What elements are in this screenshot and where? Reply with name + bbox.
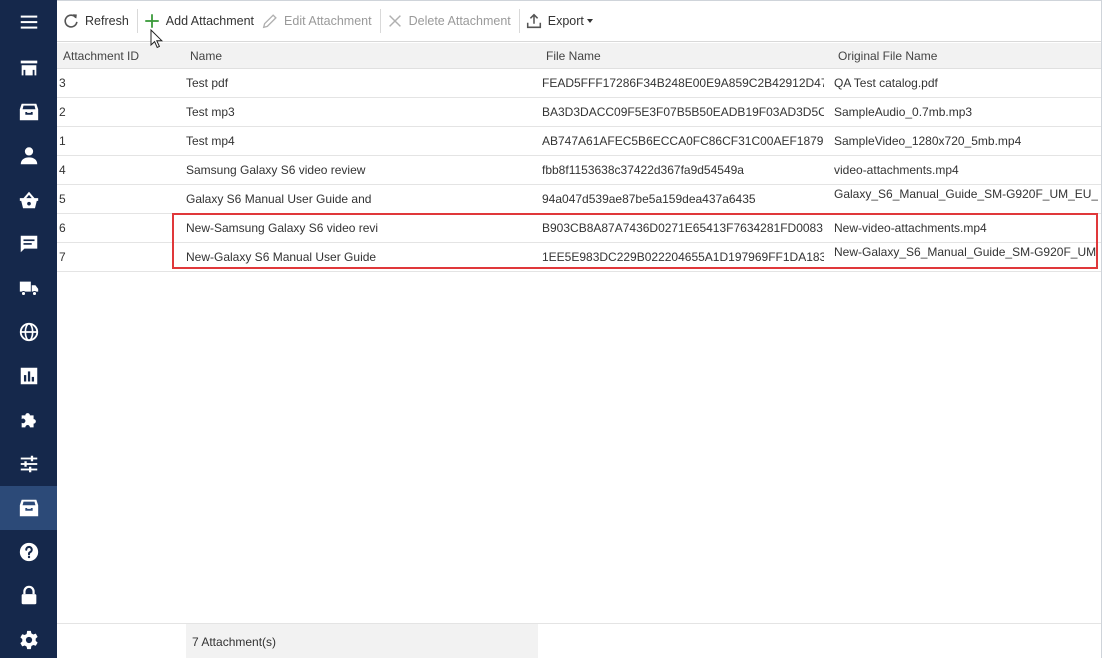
- gear-icon: [19, 630, 38, 650]
- sidebar-item-settings-sliders[interactable]: [0, 442, 57, 486]
- help-icon: [19, 542, 38, 562]
- catalog-box-icon: [19, 103, 38, 121]
- edit-attachment-button[interactable]: Edit Attachment: [259, 6, 377, 36]
- sidebar-item-reports[interactable]: [0, 354, 57, 398]
- menu-icon: [20, 15, 37, 29]
- user-icon: [20, 147, 37, 165]
- close-icon: [388, 15, 401, 27]
- sidebar-item-attachments[interactable]: [0, 486, 57, 530]
- grid-footer: 7 Attachment(s): [57, 623, 1101, 658]
- refresh-icon: [64, 14, 78, 28]
- sidebar-item-orders[interactable]: [0, 178, 57, 222]
- cell-file-name: 1EE5E983DC229B022204655A1D197969FF1DA183: [542, 250, 824, 264]
- cell-name: Test pdf: [186, 76, 229, 90]
- cell-file-name: B903CB8A87A7436D0271E65413F7634281FD0083: [542, 221, 823, 235]
- store-icon: [20, 60, 37, 76]
- sidebar-item-store[interactable]: [0, 46, 57, 90]
- add-attachment-label: Add Attachment: [165, 14, 255, 28]
- sidebar-item-plugins[interactable]: [0, 398, 57, 442]
- cell-name: New-Samsung Galaxy S6 video revi: [186, 221, 379, 235]
- cell-name: Test mp4: [186, 134, 235, 148]
- sidebar-item-customers[interactable]: [0, 134, 57, 178]
- sidebar-item-messages[interactable]: [0, 222, 57, 266]
- cell-file-name: fbb8f1153638c37422d367fa9d54549a: [542, 163, 744, 177]
- cell-name: Test mp3: [186, 105, 235, 119]
- sidebar-item-catalog[interactable]: [0, 90, 57, 134]
- mouse-cursor-icon: [150, 29, 164, 49]
- toolbar-separator: [379, 9, 381, 33]
- table-row[interactable]: 3 Test pdf FEAD5FFF17286F34B248E00E9A859…: [57, 69, 1101, 98]
- toolbar-separator: [518, 9, 520, 33]
- grid-body: 3 Test pdf FEAD5FFF17286F34B248E00E9A859…: [57, 69, 1101, 272]
- table-row[interactable]: 6 New-Samsung Galaxy S6 video revi B903C…: [57, 214, 1101, 243]
- cell-file-name: 94a047d539ae87be5a159dea437a6435: [542, 192, 756, 206]
- chevron-down-icon: [586, 19, 593, 23]
- cell-attachment-id: 5: [59, 192, 66, 206]
- sidebar-item-help[interactable]: [0, 530, 57, 574]
- cell-original-file-name: QA Test catalog.pdf: [834, 76, 938, 90]
- cell-original-file-name: SampleAudio_0.7mb.mp3: [834, 105, 973, 119]
- cell-original-file-name: New-video-attachments.mp4: [834, 221, 987, 235]
- pencil-icon: [262, 14, 277, 29]
- chat-icon: [20, 235, 37, 253]
- refresh-button[interactable]: Refresh: [60, 6, 134, 36]
- cell-original-file-name: video-attachments.mp4: [834, 163, 959, 177]
- table-row[interactable]: 5 Galaxy S6 Manual User Guide and 94a047…: [57, 185, 1101, 214]
- column-header-file-name[interactable]: File Name: [546, 43, 826, 69]
- plus-icon: [145, 14, 159, 28]
- table-row[interactable]: 7 New-Galaxy S6 Manual User Guide 1EE5E9…: [57, 243, 1101, 272]
- delete-attachment-button[interactable]: Delete Attachment: [384, 6, 516, 36]
- globe-icon: [19, 322, 38, 342]
- cell-file-name: FEAD5FFF17286F34B248E00E9A859C2B42912D47: [542, 76, 824, 90]
- cell-original-file-name: Galaxy_S6_Manual_Guide_SM-G920F_UM_EU_Lo…: [834, 187, 1098, 201]
- cell-file-name: AB747A61AFEC5B6ECCA0FC86CF31C00AEF187953: [542, 134, 824, 148]
- grid-header: Attachment ID Name File Name Original Fi…: [57, 43, 1101, 69]
- sidebar-item-security[interactable]: [0, 574, 57, 618]
- chart-icon: [20, 367, 37, 385]
- refresh-label: Refresh: [85, 14, 129, 28]
- attachments-box-icon: [19, 499, 38, 517]
- cell-name: Galaxy S6 Manual User Guide and: [186, 192, 372, 206]
- cell-name: New-Galaxy S6 Manual User Guide: [186, 250, 377, 264]
- column-header-original-file-name[interactable]: Original File Name: [838, 43, 1098, 69]
- cell-attachment-id: 2: [59, 105, 66, 119]
- basket-icon: [19, 191, 38, 209]
- export-dropdown-button[interactable]: Export: [523, 6, 598, 36]
- lock-icon: [21, 585, 36, 605]
- cell-attachment-id: 7: [59, 250, 66, 264]
- cell-attachment-id: 4: [59, 163, 66, 177]
- table-row[interactable]: 2 Test mp3 BA3D3DACC09F5E3F07B5B50EADB19…: [57, 98, 1101, 127]
- cell-original-file-name: New-Galaxy_S6_Manual_Guide_SM-G920F_UM_E…: [834, 245, 1098, 259]
- cell-name: Samsung Galaxy S6 video review: [186, 163, 366, 177]
- attachment-count: 7 Attachment(s): [186, 624, 538, 658]
- sidebar: [0, 0, 57, 658]
- export-label: Export: [547, 14, 584, 28]
- edit-attachment-label: Edit Attachment: [284, 14, 372, 28]
- sidebar-item-settings[interactable]: [0, 618, 57, 658]
- export-icon: [526, 13, 541, 29]
- main-panel: Refresh Add Attachment Edit Attachment D…: [57, 0, 1102, 658]
- sidebar-item-shipping[interactable]: [0, 266, 57, 310]
- cell-attachment-id: 1: [59, 134, 66, 148]
- cell-original-file-name: SampleVideo_1280x720_5mb.mp4: [834, 134, 1022, 148]
- column-header-name[interactable]: Name: [190, 43, 530, 69]
- delete-attachment-label: Delete Attachment: [408, 14, 511, 28]
- cell-file-name: BA3D3DACC09F5E3F07B5B50EADB19F03AD3D5C6A: [542, 105, 824, 119]
- menu-button[interactable]: [0, 0, 57, 44]
- puzzle-icon: [21, 413, 36, 428]
- toolbar-separator: [136, 9, 138, 33]
- truck-icon: [19, 281, 38, 296]
- toolbar: Refresh Add Attachment Edit Attachment D…: [57, 1, 1101, 42]
- cell-attachment-id: 6: [59, 221, 66, 235]
- table-row[interactable]: 1 Test mp4 AB747A61AFEC5B6ECCA0FC86CF31C…: [57, 127, 1101, 156]
- sliders-icon: [20, 455, 37, 473]
- sidebar-item-international[interactable]: [0, 310, 57, 354]
- cell-attachment-id: 3: [59, 76, 66, 90]
- table-row[interactable]: 4 Samsung Galaxy S6 video review fbb8f11…: [57, 156, 1101, 185]
